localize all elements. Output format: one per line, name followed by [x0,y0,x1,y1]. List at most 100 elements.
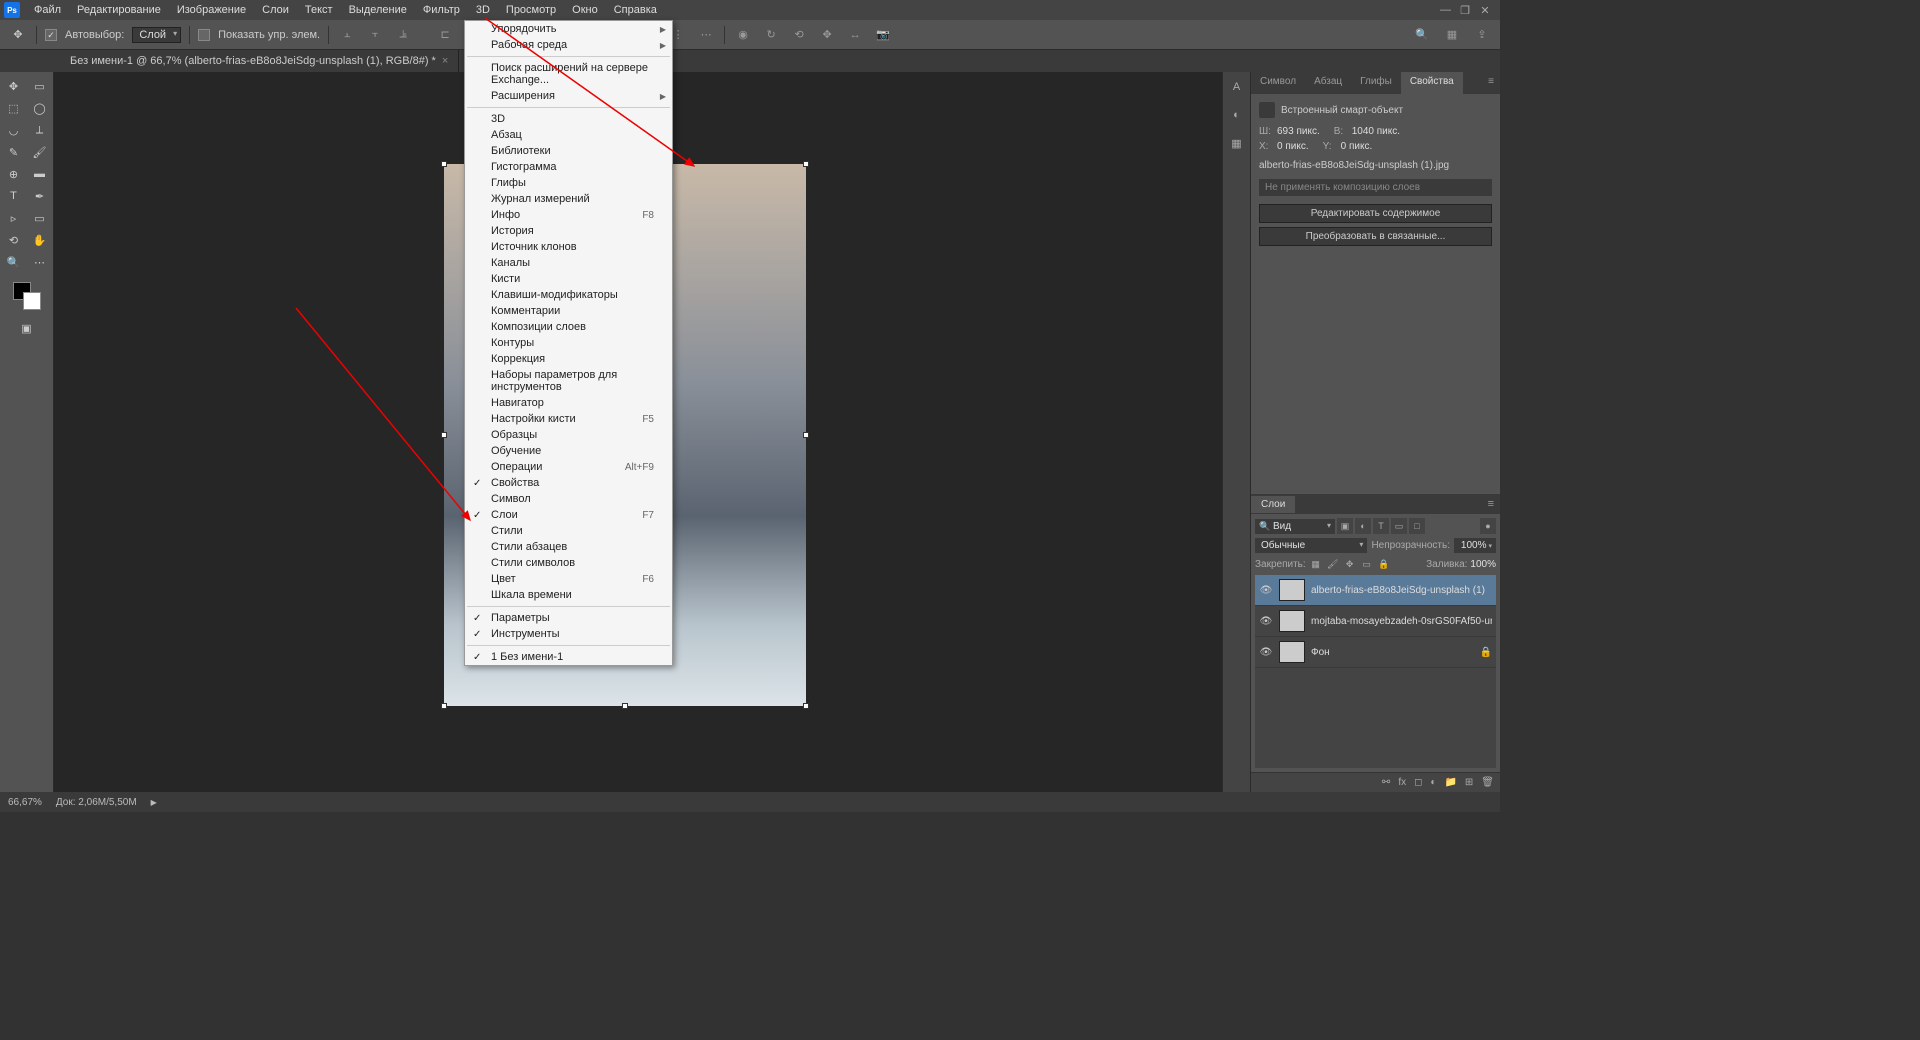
blend-mode-dropdown[interactable]: Обычные [1255,538,1367,553]
transform-handle[interactable] [803,432,809,438]
window-menu-item[interactable]: ✓1 Без имени-1 [465,649,672,665]
window-menu-item[interactable]: ✓СлоиF7 [465,507,672,523]
3d-mode-icon[interactable]: ◉ [733,25,753,45]
zoom-tool-icon[interactable]: 🔍 [2,252,26,272]
new-layer-icon[interactable]: ⊞ [1465,777,1473,788]
panel-tab-Символ[interactable]: Символ [1251,72,1305,94]
adjustment-layer-icon[interactable]: ◐ [1430,777,1436,788]
marquee-tool-icon[interactable]: ⬚ [2,98,26,118]
adjustments-panel-icon[interactable]: ◐ [1228,106,1246,124]
menu-фильтр[interactable]: Фильтр [415,2,468,18]
group-layers-icon[interactable]: 📁 [1444,777,1456,788]
panel-menu-icon[interactable]: ≡ [1482,72,1500,94]
3d-camera-icon[interactable]: 📷 [873,25,893,45]
edit-toolbar-icon[interactable]: ⋯ [28,252,52,272]
menu-слои[interactable]: Слои [254,2,297,18]
layers-tab[interactable]: Слои [1251,496,1295,513]
close-icon[interactable]: ✕ [1480,4,1490,17]
layer-name[interactable]: mojtaba-mosayebzadeh-0srGS0FAf50-unsplas… [1311,616,1492,627]
tab-close-icon[interactable]: × [442,55,448,67]
menu-3d[interactable]: 3D [468,2,498,18]
layer-fx-icon[interactable]: fx [1398,777,1406,788]
3d-pan-icon[interactable]: ✥ [817,25,837,45]
layer-name[interactable]: Фон [1311,647,1474,658]
window-menu-item[interactable]: Рабочая среда▶ [465,37,672,53]
filter-type-icon[interactable]: T [1373,518,1389,534]
layer-mask-icon[interactable]: ◻ [1414,777,1422,788]
document-tab[interactable]: Без имени-1 @ 66,7% (alberto-frias-eB8o8… [60,50,459,72]
brush-tool-icon[interactable]: 🖌 [28,142,52,162]
more-options-icon[interactable]: ⋯ [696,25,716,45]
layer-comp-dropdown[interactable]: Не применять композицию слоев [1259,179,1492,196]
window-menu-item[interactable]: Настройки кистиF5 [465,411,672,427]
zoom-level[interactable]: 66,67% [8,797,42,808]
menu-файл[interactable]: Файл [26,2,69,18]
type-tool-icon[interactable]: T [2,186,26,206]
doc-size[interactable]: Док: 2,06M/5,50M [56,797,137,808]
window-menu-item[interactable]: Гистограмма [465,159,672,175]
maximize-icon[interactable]: ❐ [1460,4,1470,17]
menu-изображение[interactable]: Изображение [169,2,254,18]
hand-tool-icon[interactable]: ✋ [28,230,52,250]
window-menu-item[interactable]: Обучение [465,443,672,459]
filter-pixel-icon[interactable]: ▣ [1337,518,1353,534]
menu-редактирование[interactable]: Редактирование [69,2,169,18]
crop-tool-icon[interactable]: ⟂ [28,120,52,140]
layer-name[interactable]: alberto-frias-eB8o8JeiSdg-unsplash (1) [1311,585,1492,596]
delete-layer-icon[interactable]: 🗑 [1481,777,1494,788]
transform-handle[interactable] [803,161,809,167]
transform-handle[interactable] [441,432,447,438]
lock-transparent-icon[interactable]: ▦ [1309,557,1323,571]
window-menu-item[interactable]: Поиск расширений на сервере Exchange... [465,60,672,88]
menu-выделение[interactable]: Выделение [341,2,415,18]
opacity-value[interactable]: 100% [1454,538,1496,553]
window-menu-item[interactable]: 3D [465,111,672,127]
status-arrow-icon[interactable]: ▶ [151,798,157,807]
swatches-panel-icon[interactable]: ▦ [1228,134,1246,152]
align-bottom-icon[interactable]: ⫡ [393,25,413,45]
autoselect-checkbox[interactable] [45,29,57,41]
3d-rotate-icon[interactable]: ↻ [761,25,781,45]
autoselect-dropdown[interactable]: Слой [132,27,181,43]
filter-shape-icon[interactable]: ▭ [1391,518,1407,534]
window-menu-item[interactable]: Композиции слоев [465,319,672,335]
window-menu-item[interactable]: Каналы [465,255,672,271]
lock-all-icon[interactable]: 🔒 [1377,557,1391,571]
link-layers-icon[interactable]: ⚯ [1382,777,1390,788]
y-value[interactable]: 0 пикс. [1341,141,1373,152]
window-menu-item[interactable]: ИнфоF8 [465,207,672,223]
layer-thumbnail[interactable] [1279,641,1305,663]
transform-handle[interactable] [441,161,447,167]
search-icon[interactable]: 🔍 [1412,25,1432,45]
window-menu-item[interactable]: Абзац [465,127,672,143]
window-menu-item[interactable]: Шкала времени [465,587,672,603]
window-menu-item[interactable]: Кисти [465,271,672,287]
layer-row[interactable]: 👁Фон🔒 [1255,637,1496,668]
character-panel-icon[interactable]: A [1228,78,1246,96]
clone-tool-icon[interactable]: ⊕ [2,164,26,184]
width-value[interactable]: 693 пикс. [1277,126,1320,137]
window-menu-item[interactable]: Стили [465,523,672,539]
layer-visibility-icon[interactable]: 👁 [1259,616,1273,627]
window-menu-item[interactable]: ✓Свойства [465,475,672,491]
layer-thumbnail[interactable] [1279,610,1305,632]
minimize-icon[interactable]: — [1440,4,1450,17]
window-menu-item[interactable]: Расширения▶ [465,88,672,104]
quickmask-icon[interactable]: ▣ [15,318,39,338]
fill-value[interactable]: 100% [1470,559,1496,570]
layer-filter-dropdown[interactable]: Вид [1255,519,1335,534]
height-value[interactable]: 1040 пикс. [1352,126,1400,137]
window-menu-item[interactable]: Клавиши-модификаторы [465,287,672,303]
align-left-icon[interactable]: ⊏ [435,25,455,45]
layers-menu-icon[interactable]: ≡ [1482,498,1500,510]
lock-artboard-icon[interactable]: ▭ [1360,557,1374,571]
window-menu-item[interactable]: Наборы параметров для инструментов [465,367,672,395]
x-value[interactable]: 0 пикс. [1277,141,1309,152]
window-menu-item[interactable]: Источник клонов [465,239,672,255]
window-menu-item[interactable]: Образцы [465,427,672,443]
transform-handle[interactable] [441,703,447,709]
window-menu-item[interactable]: История [465,223,672,239]
window-menu-item[interactable]: ЦветF6 [465,571,672,587]
window-menu-item[interactable]: ✓Инструменты [465,626,672,642]
convert-linked-button[interactable]: Преобразовать в связанные... [1259,227,1492,246]
